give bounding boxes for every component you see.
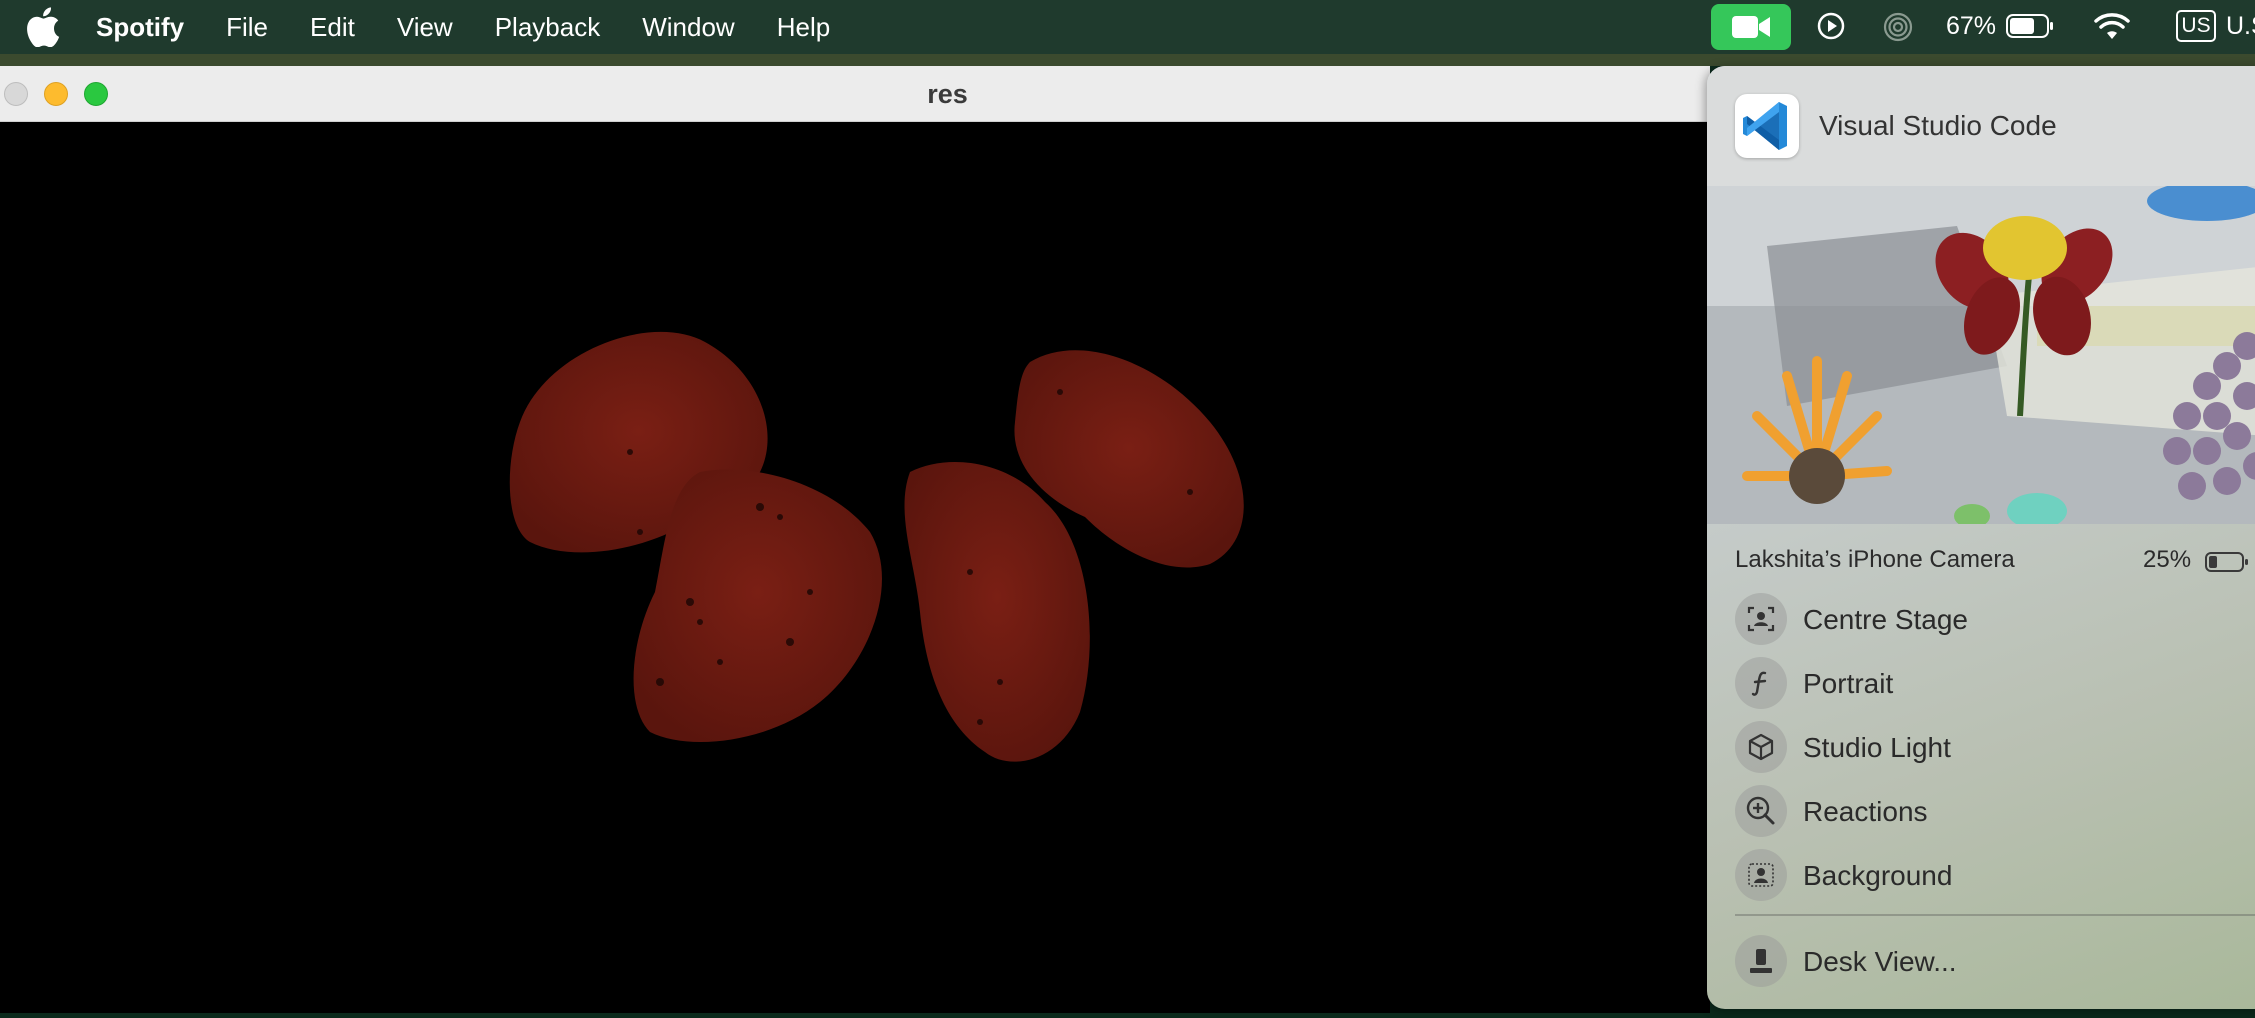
window-title: res [927,79,968,109]
image-window: res [0,66,1710,1013]
menu-playback[interactable]: Playback [495,12,601,43]
menu-view[interactable]: View [397,12,453,43]
input-source-badge[interactable]: US [2176,10,2216,42]
vscode-app-icon [1735,94,1799,158]
battery-percent: 67% [1946,12,1997,40]
background-option[interactable]: Background [1735,849,2255,903]
video-camera-icon [1732,16,1770,38]
menu-help[interactable]: Help [777,12,830,43]
portrait-label: Portrait [1803,668,1894,699]
masked-petals-image [509,331,1244,762]
menu-app-name[interactable]: Spotify [96,12,184,43]
menu-bar: Spotify File Edit View Playback Window H… [0,0,2255,54]
background-label: Background [1803,860,1953,891]
portrait-f-icon [1735,657,1787,709]
camera-in-use-indicator[interactable] [1711,4,1791,50]
image-canvas [0,122,1710,1013]
camera-battery-icon [2205,552,2248,572]
background-person-icon [1735,849,1787,901]
desk-view-icon [1735,935,1787,987]
camera-battery-percent: 25% [2143,546,2192,573]
now-playing-icon[interactable] [1816,11,1846,41]
camera-source-row: Lakshita’s iPhone Camera 25% [1735,546,2255,586]
menu-file[interactable]: File [226,12,268,43]
menu-window[interactable]: Window [642,12,734,43]
battery-icon[interactable] [2006,14,2054,38]
airdrop-icon[interactable] [1882,11,1914,43]
centre-stage-icon [1735,593,1787,645]
active-app-name: Visual Studio Code [1819,110,2057,141]
studio-light-option[interactable]: Studio Light [1735,721,2255,775]
video-effects-panel: Visual Studio Code Lakshita’s iPhone Cam… [1707,66,2255,1009]
panel-header: Visual Studio Code [1707,66,2255,186]
studio-light-cube-icon [1735,721,1787,773]
desk-view-label: Desk View... [1803,946,1957,977]
window-titlebar[interactable]: res [0,66,1710,122]
input-source-label[interactable]: U.S [2226,12,2255,41]
panel-divider [1735,914,2255,916]
studio-light-label: Studio Light [1803,732,1951,763]
wifi-icon[interactable] [2094,13,2130,41]
camera-name: Lakshita’s iPhone Camera [1735,546,2015,573]
desk-view-option[interactable]: Desk View... [1735,935,2255,989]
vscode-logo-icon [1743,102,1787,150]
camera-preview [1707,186,2255,524]
reactions-option[interactable]: Reactions [1735,785,2255,839]
centre-stage-option[interactable]: Centre Stage [1735,593,2255,647]
camera-preview-image [1707,186,2255,524]
centre-stage-label: Centre Stage [1803,604,1968,635]
menu-edit[interactable]: Edit [310,12,355,43]
apple-logo-icon[interactable] [26,7,60,47]
reactions-label: Reactions [1803,796,1928,827]
desktop-wallpaper-strip [0,54,2255,66]
portrait-option[interactable]: Portrait [1735,657,2255,711]
reactions-icon [1735,785,1787,837]
